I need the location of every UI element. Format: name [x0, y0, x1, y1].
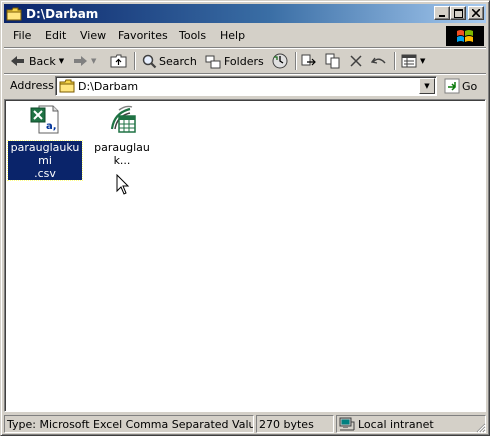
folder-icon — [6, 7, 22, 20]
forward-dropdown-icon[interactable]: ▼ — [91, 57, 96, 65]
status-bar: Type: Microsoft Excel Comma Separated Va… — [4, 414, 486, 433]
forward-arrow-icon — [74, 56, 87, 66]
mouse-cursor-icon — [116, 174, 130, 195]
file-name: parauglauk... — [94, 141, 150, 167]
file-name: parauglaukumi .csv — [7, 140, 83, 181]
move-to-icon — [301, 54, 316, 66]
windows-flag-icon — [457, 30, 473, 42]
close-button[interactable] — [468, 6, 484, 20]
resize-grip-icon[interactable] — [474, 421, 486, 433]
chevron-down-icon: ▼ — [424, 82, 430, 90]
menu-edit[interactable]: Edit — [45, 29, 66, 42]
file-view[interactable]: a, parauglaukumi .csv parauglauk... — [4, 99, 486, 412]
up-folder-button[interactable] — [110, 51, 128, 71]
explorer-window: D:\Darbam File Edit View Favorites Tools… — [0, 0, 490, 436]
windows-logo — [446, 26, 484, 46]
copy-to-button[interactable] — [325, 51, 341, 71]
search-label: Search — [159, 54, 197, 68]
minimize-button[interactable] — [434, 6, 450, 20]
file-item[interactable]: parauglauk... — [85, 103, 159, 167]
history-button[interactable] — [271, 51, 289, 71]
minimize-icon — [439, 15, 445, 17]
menu-favorites[interactable]: Favorites — [118, 29, 168, 42]
up-folder-icon — [110, 54, 127, 68]
history-icon — [272, 53, 288, 69]
folders-label: Folders — [224, 54, 264, 68]
close-icon — [472, 9, 480, 17]
excel-csv-icon: a, — [30, 105, 59, 134]
delete-icon — [350, 55, 362, 67]
menu-file[interactable]: File — [13, 29, 31, 42]
folder-icon — [59, 79, 75, 93]
zone-label: Local intranet — [358, 417, 434, 431]
search-button[interactable]: Search — [141, 51, 197, 71]
copy-to-icon — [325, 53, 340, 69]
folders-icon — [205, 55, 221, 69]
maximize-icon — [453, 8, 463, 18]
address-value: D:\Darbam — [78, 79, 139, 93]
maximize-button[interactable] — [450, 6, 466, 20]
back-dropdown-icon[interactable]: ▼ — [59, 57, 64, 65]
address-input[interactable]: D:\Darbam ▼ — [55, 76, 437, 96]
file-item[interactable]: a, parauglaukumi .csv — [7, 103, 83, 181]
address-label: Address — [10, 79, 54, 92]
address-dropdown-button[interactable]: ▼ — [419, 78, 435, 94]
status-type: Type: Microsoft Excel Comma Separated Va… — [4, 415, 254, 433]
standard-toolbar: Back ▼ ▼ Search Folders ▼ — [4, 49, 486, 74]
go-arrow-icon — [444, 78, 460, 94]
back-button[interactable]: Back ▼ — [10, 51, 64, 71]
go-label: Go — [462, 79, 478, 93]
status-size: 270 bytes — [256, 415, 334, 433]
undo-icon — [371, 57, 386, 64]
web-query-icon — [110, 105, 136, 133]
address-bar: Address D:\Darbam ▼ Go — [4, 75, 486, 97]
delete-button[interactable] — [349, 51, 363, 71]
undo-button[interactable] — [371, 51, 387, 71]
menu-tools[interactable]: Tools — [179, 29, 206, 42]
folders-button[interactable]: Folders — [205, 51, 264, 71]
intranet-icon — [339, 417, 355, 431]
status-zone: Local intranet — [336, 415, 486, 433]
menu-bar: File Edit View Favorites Tools Help — [4, 25, 486, 48]
views-button[interactable]: ▼ — [401, 51, 425, 71]
move-to-button[interactable] — [301, 51, 317, 71]
views-dropdown-icon[interactable]: ▼ — [420, 57, 425, 65]
back-arrow-icon — [11, 56, 24, 66]
forward-button[interactable]: ▼ — [72, 51, 96, 71]
title-bar[interactable]: D:\Darbam — [4, 4, 486, 23]
search-icon — [142, 54, 157, 69]
go-button[interactable]: Go — [444, 78, 477, 94]
svg-text:a,: a, — [46, 121, 57, 132]
back-label: Back — [29, 54, 56, 68]
views-icon — [401, 54, 417, 68]
window-title: D:\Darbam — [26, 6, 99, 21]
menu-help[interactable]: Help — [220, 29, 245, 42]
menu-view[interactable]: View — [80, 29, 106, 42]
